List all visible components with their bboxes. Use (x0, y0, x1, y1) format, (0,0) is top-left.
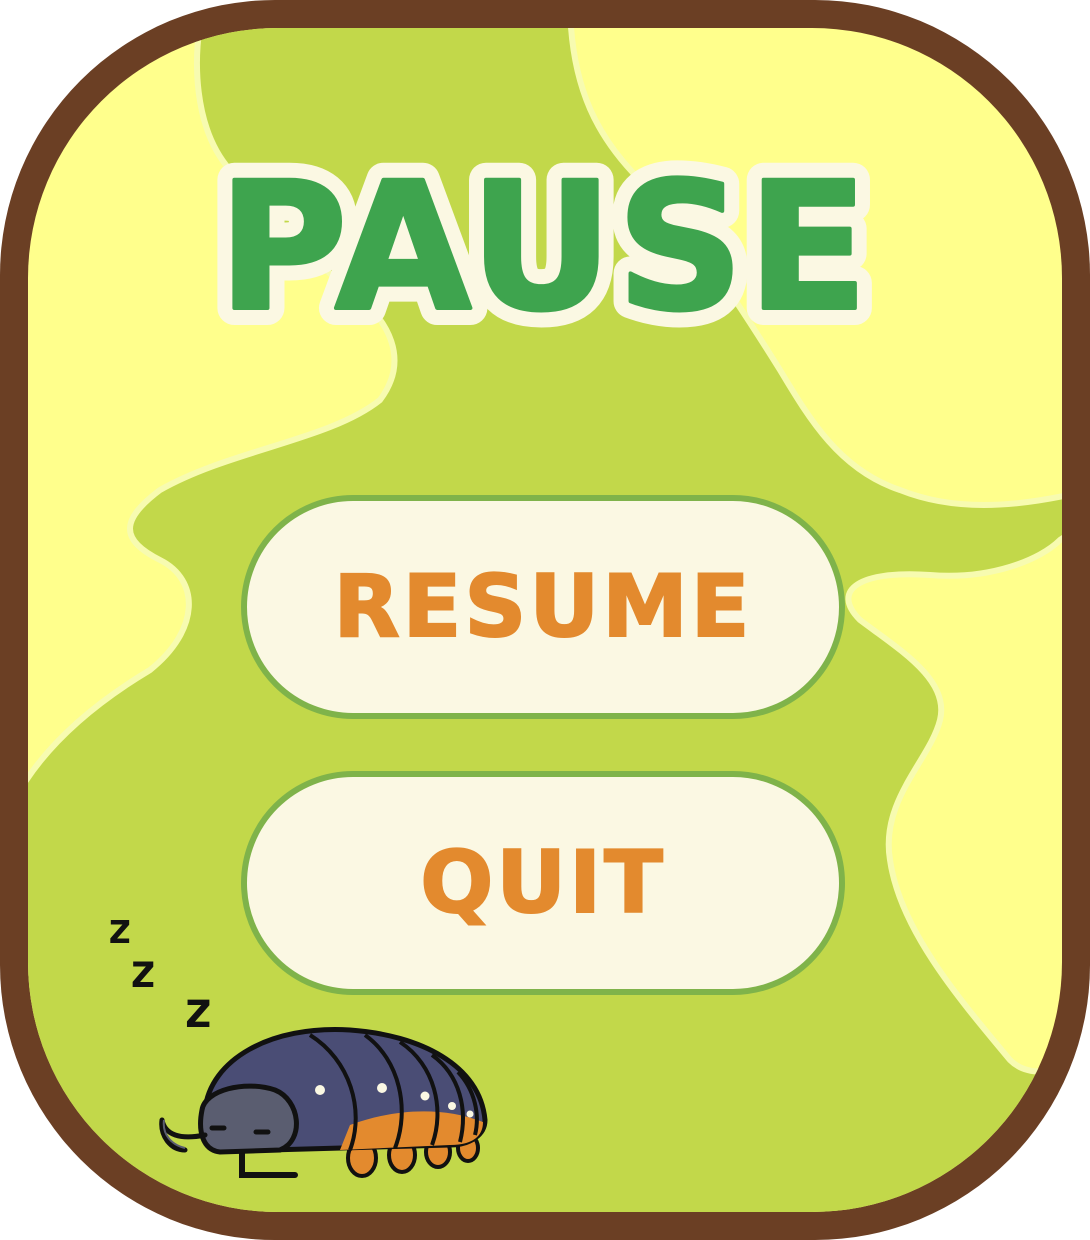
pillbug-head (198, 1083, 299, 1155)
resume-button[interactable]: RESUME (241, 495, 845, 719)
quit-button-label: QUIT (419, 832, 666, 934)
sleeping-pillbug-icon (159, 1027, 488, 1178)
quit-button[interactable]: QUIT (241, 771, 845, 995)
title-banner: PAUSE PAUSE (201, 128, 885, 367)
pause-menu-panel: PAUSE PAUSE RESUME QUIT z z z (0, 0, 1090, 1240)
page-title: PAUSE (218, 145, 872, 350)
resume-button-label: RESUME (332, 556, 753, 658)
pillbug-front-leg (239, 1147, 298, 1178)
sleep-z-medium: z (129, 944, 157, 998)
